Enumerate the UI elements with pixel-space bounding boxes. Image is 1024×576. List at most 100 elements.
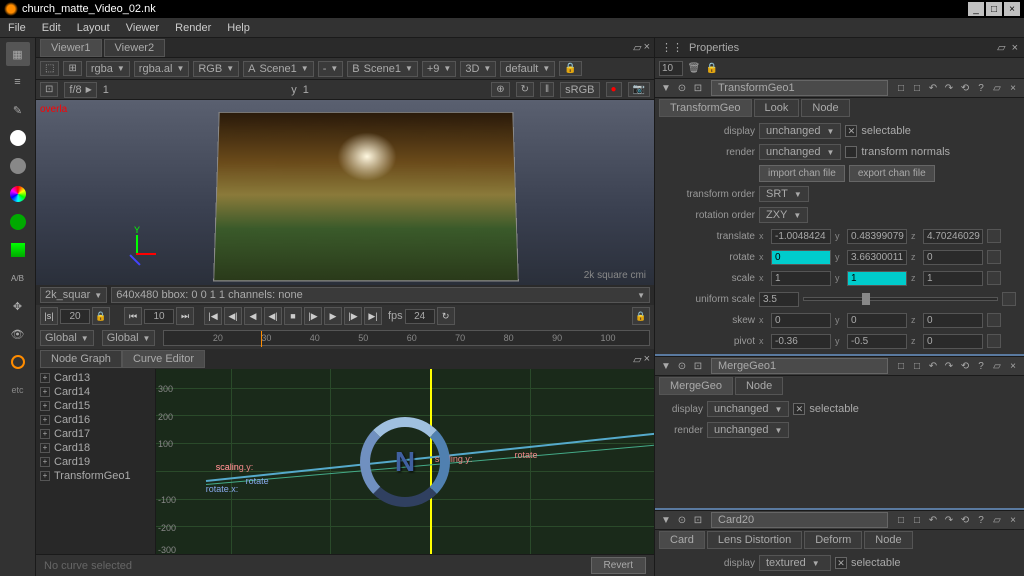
tab-card[interactable]: Card — [659, 531, 705, 549]
tool-etc-icon[interactable]: etc — [6, 378, 30, 402]
downrez-select[interactable]: +9▼ — [422, 61, 456, 77]
help-icon[interactable]: ? — [974, 81, 988, 95]
tab-transformgeo[interactable]: TransformGeo — [659, 99, 752, 117]
render-select[interactable]: unchanged▼ — [759, 144, 841, 160]
node-find-icon[interactable]: ⊡ — [691, 359, 705, 373]
selectable-check[interactable]: ✕ — [793, 403, 805, 415]
clear-props-icon[interactable]: 🗑 — [687, 61, 701, 75]
node-btn2-icon[interactable]: □ — [910, 81, 924, 95]
revert-button[interactable]: Revert — [591, 557, 646, 574]
tool-color-icon[interactable] — [6, 154, 30, 178]
cam-select[interactable]: default▼ — [500, 61, 555, 77]
rgb-select[interactable]: RGB▼ — [193, 61, 239, 77]
a-input-select[interactable]: AScene1▼ — [243, 61, 314, 77]
close-props-icon[interactable]: × — [1012, 42, 1018, 54]
axis-gizmo[interactable]: Y — [126, 235, 156, 265]
tab-curve-editor[interactable]: Curve Editor — [122, 350, 205, 368]
pivot-z-input[interactable]: 0 — [923, 334, 983, 349]
selectable-check[interactable]: ✕ — [835, 557, 847, 569]
tool-channel-icon[interactable] — [6, 126, 30, 150]
node-find-icon[interactable]: ⊡ — [691, 81, 705, 95]
skew-y-input[interactable]: 0 — [847, 313, 907, 328]
curve-graph[interactable]: 300 200 100 -100 -200 -300 scalin scalin… — [156, 369, 654, 554]
us-anim-icon[interactable] — [1002, 292, 1016, 306]
zoom-icon[interactable]: ⊕ — [491, 82, 509, 97]
view-mode-select[interactable]: 3D▼ — [460, 61, 496, 77]
node-btn1-icon[interactable]: □ — [894, 81, 908, 95]
close-bottom-icon[interactable]: × — [644, 353, 650, 366]
tab-node[interactable]: Node — [801, 99, 849, 117]
rotate-anim-icon[interactable] — [987, 250, 1001, 264]
expand-icon[interactable]: ▼ — [659, 359, 673, 373]
expand-icon[interactable]: ▼ — [659, 81, 673, 95]
scale-y-input[interactable]: 1 — [847, 271, 907, 286]
tab-node[interactable]: Node — [735, 377, 783, 395]
tab-look[interactable]: Look — [754, 99, 800, 117]
rotate-x-input[interactable]: 0 — [771, 250, 831, 265]
node-name-input[interactable]: MergeGeo1 — [711, 358, 888, 374]
close-node-icon[interactable]: × — [1006, 81, 1020, 95]
wipe-select[interactable]: -▼ — [318, 61, 344, 77]
tab-deform[interactable]: Deform — [804, 531, 862, 549]
step-fwd-icon[interactable]: ▶ — [324, 307, 342, 325]
center-icon[interactable]: ⊙ — [675, 81, 689, 95]
center-icon[interactable]: ⊙ — [675, 513, 689, 527]
close-node-icon[interactable]: × — [1006, 513, 1020, 527]
node-btn1-icon[interactable]: □ — [894, 513, 908, 527]
uniform-scale-input[interactable]: 3.5 — [759, 292, 799, 307]
rotation-order-select[interactable]: ZXY▼ — [759, 207, 808, 223]
menu-file[interactable]: File — [8, 22, 26, 34]
record-icon[interactable]: ● — [606, 82, 622, 97]
lock-end-icon[interactable]: 🔒 — [632, 307, 650, 325]
stop-icon[interactable]: ■ — [284, 307, 302, 325]
pivot-anim-icon[interactable] — [987, 334, 1001, 348]
skew-anim-icon[interactable] — [987, 313, 1001, 327]
undo-icon[interactable]: ↶ — [926, 81, 940, 95]
fstop-select[interactable]: f/8▶ — [64, 82, 96, 98]
next-key-icon[interactable]: ▶| — [364, 307, 382, 325]
step-back-icon[interactable]: ◀ — [244, 307, 262, 325]
tool-other-icon[interactable] — [6, 350, 30, 374]
prev-incr-icon[interactable]: ◀| — [224, 307, 242, 325]
goto-first-icon[interactable]: ⏮ — [124, 307, 142, 325]
tool-draw-icon[interactable]: ✎ — [6, 98, 30, 122]
float-node-icon[interactable]: ▱ — [990, 81, 1004, 95]
vt-icon2[interactable]: ⊞ — [63, 61, 81, 76]
tool-transform-icon[interactable]: A/B — [6, 266, 30, 290]
close-node-icon[interactable]: × — [1006, 359, 1020, 373]
tool-3d-icon[interactable]: ✥ — [6, 294, 30, 318]
expand-icon[interactable]: ▼ — [659, 513, 673, 527]
lock-props-icon[interactable]: 🔒 — [705, 61, 719, 75]
node-btn1-icon[interactable]: □ — [894, 359, 908, 373]
vt-icon1[interactable]: ⬚ — [40, 61, 59, 76]
translate-anim-icon[interactable] — [987, 229, 1001, 243]
node-btn2-icon[interactable]: □ — [910, 513, 924, 527]
range-select-2[interactable]: Global▼ — [102, 330, 156, 346]
skew-x-input[interactable]: 0 — [771, 313, 831, 328]
menu-edit[interactable]: Edit — [42, 22, 61, 34]
res-select[interactable]: 2k_squar▼ — [40, 287, 107, 303]
undo-icon[interactable]: ↶ — [926, 359, 940, 373]
selectable-check[interactable]: ✕ — [845, 125, 857, 137]
menu-layout[interactable]: Layout — [77, 22, 110, 34]
rotate-z-input[interactable]: 0 — [923, 250, 983, 265]
goto-last-icon[interactable]: ⏭ — [176, 307, 194, 325]
transform-normals-check[interactable] — [845, 146, 857, 158]
node-name-input[interactable]: TransformGeo1 — [711, 80, 888, 96]
translate-z-input[interactable]: 4.70246029 — [923, 229, 983, 244]
redo-icon[interactable]: ↷ — [942, 513, 956, 527]
tool-image-icon[interactable]: ▦ — [6, 42, 30, 66]
menu-help[interactable]: Help — [227, 22, 250, 34]
menu-render[interactable]: Render — [175, 22, 211, 34]
frame-start-input[interactable]: 20 — [60, 309, 90, 324]
float-bottom-icon[interactable]: ▱ — [633, 353, 641, 366]
display-select[interactable]: unchanged▼ — [759, 123, 841, 139]
props-count-input[interactable]: 10 — [659, 61, 683, 76]
uniform-scale-slider[interactable] — [803, 297, 998, 301]
pivot-x-input[interactable]: -0.36 — [771, 334, 831, 349]
revert-icon[interactable]: ⟲ — [958, 81, 972, 95]
translate-y-input[interactable]: 0.48399079 — [847, 229, 907, 244]
tool-keyer-icon[interactable] — [6, 210, 30, 234]
help-icon[interactable]: ? — [974, 359, 988, 373]
lock-icon[interactable]: 🔒 — [559, 61, 581, 76]
